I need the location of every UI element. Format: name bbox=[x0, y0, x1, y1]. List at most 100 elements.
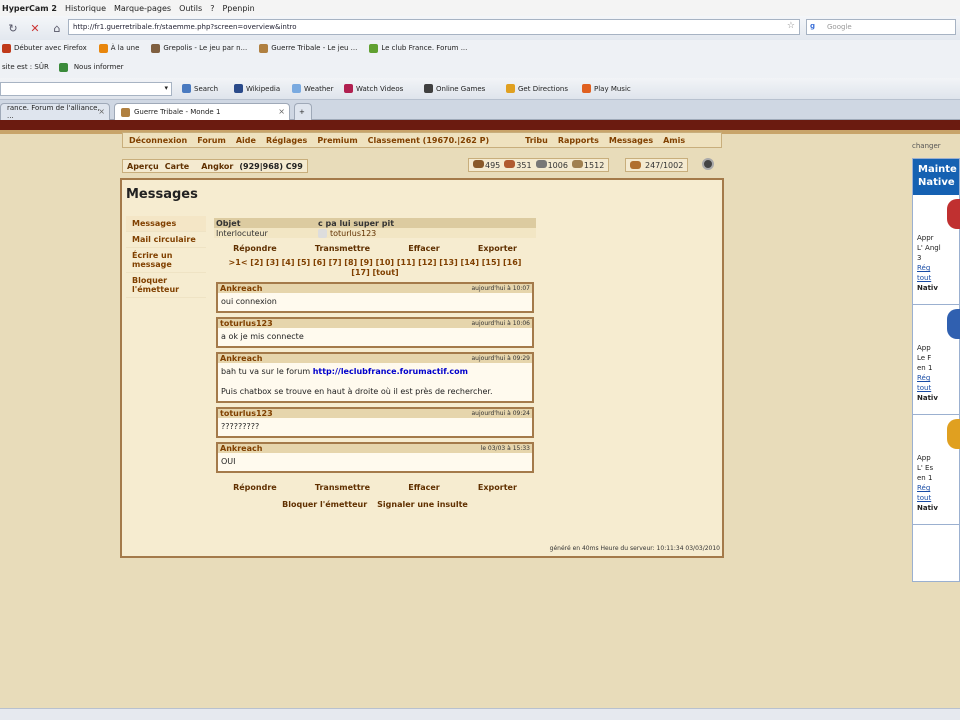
subject-row: Objet c pa lui super pit bbox=[214, 218, 536, 228]
dropdown-arrow-icon[interactable]: ▾ bbox=[164, 84, 168, 92]
forum-link[interactable]: http://leclubfrance.forumactif.com bbox=[313, 367, 468, 376]
partner-link[interactable]: toturlus123 bbox=[330, 229, 376, 238]
toolbar-weather[interactable]: Weather bbox=[292, 84, 333, 93]
report-insult-button[interactable]: Signaler une insulte bbox=[377, 500, 468, 509]
toolbar-videos[interactable]: Watch Videos bbox=[344, 84, 403, 93]
message-date: aujourd'hui à 09:24 bbox=[471, 410, 531, 417]
bookmark-item[interactable]: Débuter avec Firefox bbox=[2, 43, 87, 53]
tab-guerre-tribale[interactable]: Guerre Tribale - Monde 1 × bbox=[114, 103, 290, 120]
nav-logout[interactable]: Déconnexion bbox=[129, 136, 187, 145]
shield-icon bbox=[58, 62, 68, 72]
toolbar-search-field[interactable]: ▾ bbox=[0, 82, 172, 96]
game-menu: Déconnexion Forum Aide Réglages Premium … bbox=[122, 132, 722, 148]
nav-friends[interactable]: Amis bbox=[663, 136, 685, 145]
bookmark-item[interactable]: Le club France. Forum ... bbox=[369, 43, 467, 53]
ad-change-link[interactable]: changer bbox=[912, 142, 941, 150]
ad-item[interactable]: App L' Es en 1 Rég tout Nativ bbox=[913, 415, 960, 525]
nav-tribe[interactable]: Tribu bbox=[525, 136, 548, 145]
bookmark-item[interactable]: Guerre Tribale - Le jeu ... bbox=[259, 43, 357, 53]
message-author[interactable]: Ankreach bbox=[220, 284, 262, 293]
menu-bookmarks[interactable]: Marque-pages bbox=[114, 4, 171, 13]
reply-button[interactable]: Répondre bbox=[233, 483, 277, 492]
bottom-actions: Répondre Transmettre Effacer Exporter bbox=[214, 483, 536, 492]
overview-link[interactable]: Aperçu bbox=[127, 162, 159, 171]
farm-icon bbox=[630, 161, 641, 169]
reply-button[interactable]: Répondre bbox=[233, 244, 277, 253]
bookmark-item[interactable]: À la une bbox=[98, 43, 139, 53]
menu-extra[interactable]: Ppenpin bbox=[222, 4, 254, 13]
iron-icon bbox=[535, 160, 547, 168]
message-author[interactable]: Ankreach bbox=[220, 354, 262, 363]
submenu-messages[interactable]: Messages bbox=[126, 216, 206, 232]
tab-forum[interactable]: rance. Forum de l'alliance, ... × bbox=[0, 103, 110, 120]
toolbar-directions[interactable]: Get Directions bbox=[506, 84, 568, 93]
nav-settings[interactable]: Réglages bbox=[266, 136, 307, 145]
nav-forum[interactable]: Forum bbox=[197, 136, 226, 145]
game-page: Déconnexion Forum Aide Réglages Premium … bbox=[0, 120, 960, 708]
clay-icon bbox=[504, 160, 516, 168]
search-icon bbox=[182, 84, 191, 93]
ad-item[interactable]: App Le Fen 1 Rég tout Nativ bbox=[913, 305, 960, 415]
menu-help[interactable]: ? bbox=[210, 4, 214, 13]
submenu-write[interactable]: Écrire un message bbox=[126, 248, 206, 273]
clock-icon bbox=[702, 158, 714, 170]
menu-history[interactable]: Historique bbox=[65, 4, 106, 13]
toolbar-music[interactable]: Play Music bbox=[582, 84, 631, 93]
page-title: Messages bbox=[126, 187, 198, 202]
star-icon[interactable]: ☆ bbox=[787, 21, 795, 31]
block-sender-button[interactable]: Bloquer l'émetteur bbox=[282, 500, 367, 509]
bookmark-item[interactable]: Grepolis - Le jeu par n... bbox=[151, 43, 247, 53]
toolbar-search[interactable]: Search bbox=[182, 84, 218, 93]
toolbar-games[interactable]: Online Games bbox=[424, 84, 485, 93]
toolbar-wikipedia[interactable]: Wikipedia bbox=[234, 84, 280, 93]
village-coords: (929|968) C99 bbox=[239, 161, 303, 171]
new-tab-button[interactable]: + bbox=[294, 103, 312, 120]
pagination[interactable]: >1< [2] [3] [4] [5] [6] [7] [8] [9] [10]… bbox=[214, 258, 536, 278]
nav-help[interactable]: Aide bbox=[236, 136, 256, 145]
close-icon[interactable]: × bbox=[98, 107, 105, 116]
menu-tools[interactable]: Outils bbox=[179, 4, 202, 13]
tribal-wars-icon bbox=[121, 107, 130, 117]
message-body: OUI bbox=[221, 457, 236, 466]
forward-button[interactable]: Transmettre bbox=[315, 483, 370, 492]
reload-icon[interactable]: ↻ bbox=[4, 19, 22, 37]
submenu-mass-mail[interactable]: Mail circulaire bbox=[126, 232, 206, 248]
search-input[interactable]: g Google bbox=[806, 19, 956, 35]
village-name[interactable]: Angkor bbox=[201, 162, 233, 171]
submenu-block[interactable]: Bloquer l'émetteur bbox=[126, 273, 206, 298]
ad-banner[interactable]: Mainte Native Appr L' Angl 3 Rég tout Nativ … bbox=[912, 158, 960, 582]
delete-button[interactable]: Effacer bbox=[408, 244, 439, 253]
message-author[interactable]: toturlus123 bbox=[220, 319, 273, 328]
message-author[interactable]: Ankreach bbox=[220, 444, 262, 453]
browser-menubar: HyperCam 2 Historique Marque-pages Outil… bbox=[0, 0, 960, 16]
user-icon bbox=[318, 228, 327, 238]
nav-messages[interactable]: Messages bbox=[609, 136, 653, 145]
wood-icon bbox=[473, 160, 484, 168]
message-item: toturlus123 aujourd'hui à 09:24 ????????? bbox=[216, 407, 534, 438]
export-button[interactable]: Exporter bbox=[478, 483, 517, 492]
message-date: aujourd'hui à 10:06 bbox=[471, 320, 531, 327]
inform-link[interactable]: Nous informer bbox=[74, 63, 124, 71]
flag-icon bbox=[947, 199, 960, 229]
nav-ranking[interactable]: Classement (19670.|262 P) bbox=[368, 136, 489, 145]
tab-strip: rance. Forum de l'alliance, ... × Guerre … bbox=[0, 100, 960, 120]
address-bar[interactable]: http://fr1.guerretribale.fr/staemme.php?… bbox=[68, 19, 800, 35]
rss-icon bbox=[98, 43, 108, 53]
export-button[interactable]: Exporter bbox=[478, 244, 517, 253]
message-date: aujourd'hui à 09:29 bbox=[471, 355, 531, 362]
delete-button[interactable]: Effacer bbox=[408, 483, 439, 492]
resources-box: 495 351 1006 1512 bbox=[468, 158, 610, 172]
nav-reports[interactable]: Rapports bbox=[558, 136, 599, 145]
stop-icon[interactable]: ✕ bbox=[26, 19, 44, 37]
close-icon[interactable]: × bbox=[278, 107, 285, 116]
map-link[interactable]: Carte bbox=[165, 162, 189, 171]
wikipedia-icon bbox=[234, 84, 243, 93]
ad-item[interactable]: Appr L' Angl 3 Rég tout Nativ bbox=[913, 195, 960, 305]
nav-premium[interactable]: Premium bbox=[317, 136, 357, 145]
home-icon[interactable]: ⌂ bbox=[48, 19, 66, 37]
forward-button[interactable]: Transmettre bbox=[315, 244, 370, 253]
storage-resource: 1512 bbox=[571, 160, 604, 170]
search-toolbar: ▾ Search Wikipedia Weather Watch Videos … bbox=[0, 78, 960, 100]
message-author[interactable]: toturlus123 bbox=[220, 409, 273, 418]
weather-icon bbox=[292, 84, 301, 93]
